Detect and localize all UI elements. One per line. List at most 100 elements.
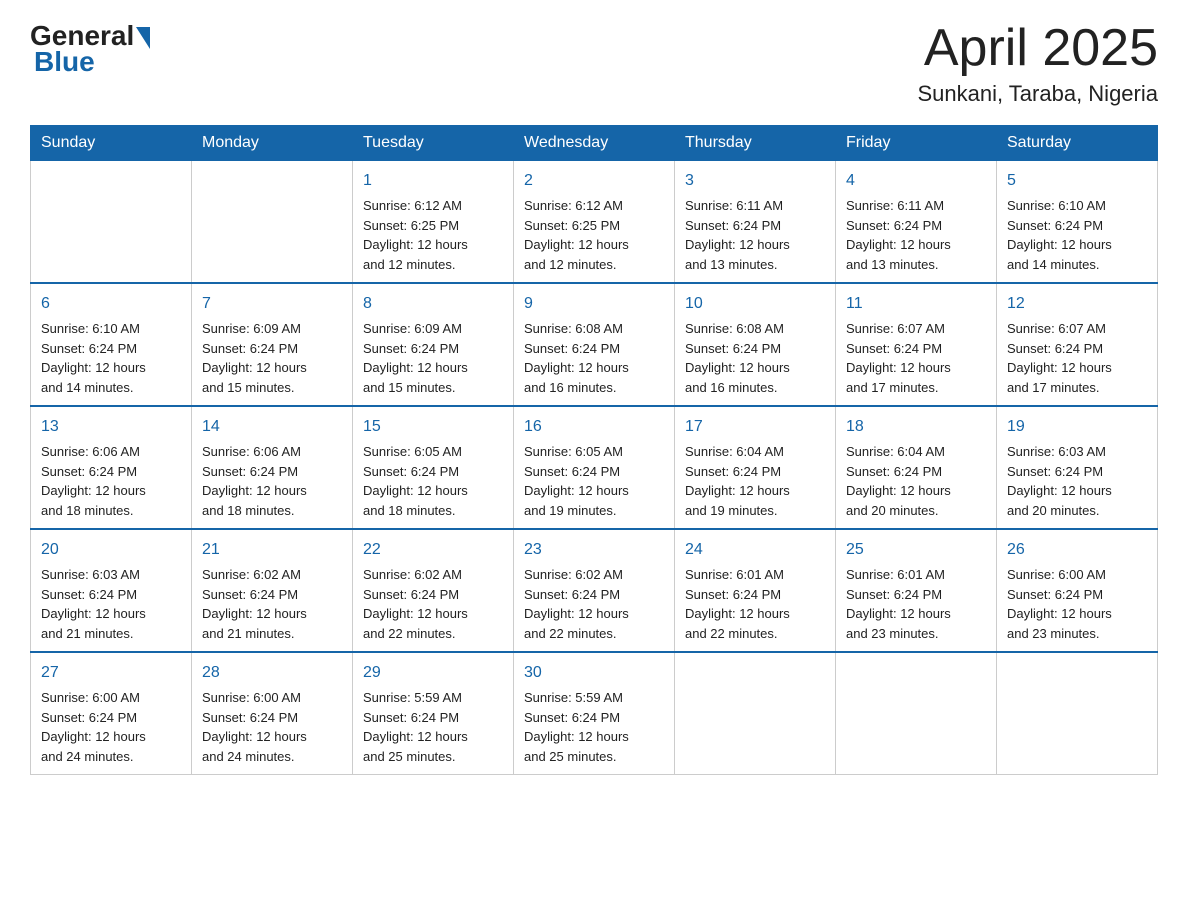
day-info: Sunrise: 6:10 AMSunset: 6:24 PMDaylight:…	[41, 319, 181, 397]
day-number: 10	[685, 292, 825, 316]
day-info: Sunrise: 6:11 AMSunset: 6:24 PMDaylight:…	[846, 196, 986, 274]
day-number: 6	[41, 292, 181, 316]
weekday-header-monday: Monday	[192, 126, 353, 161]
calendar-cell: 22Sunrise: 6:02 AMSunset: 6:24 PMDayligh…	[353, 529, 514, 652]
day-info: Sunrise: 6:03 AMSunset: 6:24 PMDaylight:…	[41, 565, 181, 643]
day-info: Sunrise: 5:59 AMSunset: 6:24 PMDaylight:…	[363, 688, 503, 766]
weekday-header-saturday: Saturday	[997, 126, 1158, 161]
calendar-cell: 23 Sunrise: 6:02 AMSunset: 6:24 PMDayligh…	[514, 529, 675, 652]
day-number: 28	[202, 661, 342, 685]
calendar-cell: 12 Sunrise: 6:07 AMSunset: 6:24 PMDayligh…	[997, 283, 1158, 406]
calendar-cell: 8Sunrise: 6:09 AMSunset: 6:24 PMDaylight…	[353, 283, 514, 406]
day-info: Sunrise: 6:12 AMSunset: 6:25 PMDaylight:…	[363, 196, 503, 274]
day-number: 7	[202, 292, 342, 316]
day-number: 12	[1007, 292, 1147, 316]
day-number: 18	[846, 415, 986, 439]
day-number: 23	[524, 538, 664, 562]
day-info: Sunrise: 6:06 AMSunset: 6:24 PMDaylight:…	[202, 442, 342, 520]
day-number: 1	[363, 169, 503, 193]
day-info: Sunrise: 6:00 AMSunset: 6:24 PMDaylight:…	[41, 688, 181, 766]
day-info: Sunrise: 6:09 AMSunset: 6:24 PMDaylight:…	[202, 319, 342, 397]
calendar-cell: 18 Sunrise: 6:04 AMSunset: 6:24 PMDayligh…	[836, 406, 997, 529]
weekday-header-thursday: Thursday	[675, 126, 836, 161]
day-number: 11	[846, 292, 986, 316]
month-title: April 2025	[917, 20, 1158, 77]
calendar-cell: 13 Sunrise: 6:06 AMSunset: 6:24 PMDayligh…	[31, 406, 192, 529]
day-number: 9	[524, 292, 664, 316]
calendar-cell: 9Sunrise: 6:08 AMSunset: 6:24 PMDaylight…	[514, 283, 675, 406]
calendar-cell	[192, 161, 353, 284]
calendar-cell: 19Sunrise: 6:03 AMSunset: 6:24 PMDayligh…	[997, 406, 1158, 529]
day-number: 4	[846, 169, 986, 193]
calendar-cell: 4 Sunrise: 6:11 AMSunset: 6:24 PMDaylight…	[836, 161, 997, 284]
logo-blue-label: Blue	[34, 46, 95, 78]
calendar-cell	[31, 161, 192, 284]
calendar-cell: 17Sunrise: 6:04 AMSunset: 6:24 PMDayligh…	[675, 406, 836, 529]
weekday-header-friday: Friday	[836, 126, 997, 161]
calendar-cell: 27 Sunrise: 6:00 AMSunset: 6:24 PMDayligh…	[31, 652, 192, 775]
location-title: Sunkani, Taraba, Nigeria	[917, 81, 1158, 107]
day-info: Sunrise: 6:02 AMSunset: 6:24 PMDaylight:…	[524, 565, 664, 643]
day-number: 30	[524, 661, 664, 685]
day-info: Sunrise: 6:00 AMSunset: 6:24 PMDaylight:…	[202, 688, 342, 766]
calendar-week-row: 13 Sunrise: 6:06 AMSunset: 6:24 PMDayligh…	[31, 406, 1158, 529]
calendar-cell: 16Sunrise: 6:05 AMSunset: 6:24 PMDayligh…	[514, 406, 675, 529]
calendar-cell: 29 Sunrise: 5:59 AMSunset: 6:24 PMDayligh…	[353, 652, 514, 775]
day-info: Sunrise: 6:02 AMSunset: 6:24 PMDaylight:…	[202, 565, 342, 643]
calendar-cell: 10 Sunrise: 6:08 AMSunset: 6:24 PMDayligh…	[675, 283, 836, 406]
day-info: Sunrise: 6:00 AMSunset: 6:24 PMDaylight:…	[1007, 565, 1147, 643]
day-number: 16	[524, 415, 664, 439]
calendar-table: SundayMondayTuesdayWednesdayThursdayFrid…	[30, 125, 1158, 775]
day-info: Sunrise: 6:09 AMSunset: 6:24 PMDaylight:…	[363, 319, 503, 397]
day-info: Sunrise: 6:07 AMSunset: 6:24 PMDaylight:…	[846, 319, 986, 397]
day-number: 24	[685, 538, 825, 562]
weekday-header-tuesday: Tuesday	[353, 126, 514, 161]
day-info: Sunrise: 6:07 AMSunset: 6:24 PMDaylight:…	[1007, 319, 1147, 397]
calendar-cell	[836, 652, 997, 775]
day-info: Sunrise: 6:08 AMSunset: 6:24 PMDaylight:…	[685, 319, 825, 397]
calendar-cell	[675, 652, 836, 775]
calendar-week-row: 1 Sunrise: 6:12 AMSunset: 6:25 PMDaylight…	[31, 161, 1158, 284]
calendar-week-row: 27 Sunrise: 6:00 AMSunset: 6:24 PMDayligh…	[31, 652, 1158, 775]
day-number: 29	[363, 661, 503, 685]
title-section: April 2025 Sunkani, Taraba, Nigeria	[917, 20, 1158, 107]
calendar-cell: 24 Sunrise: 6:01 AMSunset: 6:24 PMDayligh…	[675, 529, 836, 652]
calendar-header: SundayMondayTuesdayWednesdayThursdayFrid…	[31, 126, 1158, 161]
day-info: Sunrise: 6:03 AMSunset: 6:24 PMDaylight:…	[1007, 442, 1147, 520]
day-number: 27	[41, 661, 181, 685]
day-info: Sunrise: 6:04 AMSunset: 6:24 PMDaylight:…	[846, 442, 986, 520]
day-number: 15	[363, 415, 503, 439]
day-number: 21	[202, 538, 342, 562]
day-number: 20	[41, 538, 181, 562]
day-info: Sunrise: 6:01 AMSunset: 6:24 PMDaylight:…	[685, 565, 825, 643]
day-info: Sunrise: 6:06 AMSunset: 6:24 PMDaylight:…	[41, 442, 181, 520]
day-number: 25	[846, 538, 986, 562]
calendar-cell: 3Sunrise: 6:11 AMSunset: 6:24 PMDaylight…	[675, 161, 836, 284]
page-header: General Blue April 2025 Sunkani, Taraba,…	[30, 20, 1158, 107]
calendar-cell: 11 Sunrise: 6:07 AMSunset: 6:24 PMDayligh…	[836, 283, 997, 406]
day-number: 5	[1007, 169, 1147, 193]
weekday-header-wednesday: Wednesday	[514, 126, 675, 161]
calendar-cell	[997, 652, 1158, 775]
day-info: Sunrise: 6:04 AMSunset: 6:24 PMDaylight:…	[685, 442, 825, 520]
day-info: Sunrise: 6:05 AMSunset: 6:24 PMDaylight:…	[363, 442, 503, 520]
calendar-week-row: 20 Sunrise: 6:03 AMSunset: 6:24 PMDayligh…	[31, 529, 1158, 652]
calendar-cell: 5 Sunrise: 6:10 AMSunset: 6:24 PMDaylight…	[997, 161, 1158, 284]
calendar-cell: 14 Sunrise: 6:06 AMSunset: 6:24 PMDayligh…	[192, 406, 353, 529]
weekday-header-sunday: Sunday	[31, 126, 192, 161]
calendar-cell: 25Sunrise: 6:01 AMSunset: 6:24 PMDayligh…	[836, 529, 997, 652]
day-info: Sunrise: 6:10 AMSunset: 6:24 PMDaylight:…	[1007, 196, 1147, 274]
calendar-cell: 20 Sunrise: 6:03 AMSunset: 6:24 PMDayligh…	[31, 529, 192, 652]
day-info: Sunrise: 6:02 AMSunset: 6:24 PMDaylight:…	[363, 565, 503, 643]
day-number: 13	[41, 415, 181, 439]
weekday-header-row: SundayMondayTuesdayWednesdayThursdayFrid…	[31, 126, 1158, 161]
day-info: Sunrise: 6:11 AMSunset: 6:24 PMDaylight:…	[685, 196, 825, 274]
calendar-cell: 15 Sunrise: 6:05 AMSunset: 6:24 PMDayligh…	[353, 406, 514, 529]
calendar-cell: 2Sunrise: 6:12 AMSunset: 6:25 PMDaylight…	[514, 161, 675, 284]
calendar-cell: 28 Sunrise: 6:00 AMSunset: 6:24 PMDayligh…	[192, 652, 353, 775]
day-number: 2	[524, 169, 664, 193]
calendar-cell: 26Sunrise: 6:00 AMSunset: 6:24 PMDayligh…	[997, 529, 1158, 652]
day-number: 14	[202, 415, 342, 439]
calendar-cell: 1 Sunrise: 6:12 AMSunset: 6:25 PMDaylight…	[353, 161, 514, 284]
day-info: Sunrise: 5:59 AMSunset: 6:24 PMDaylight:…	[524, 688, 664, 766]
